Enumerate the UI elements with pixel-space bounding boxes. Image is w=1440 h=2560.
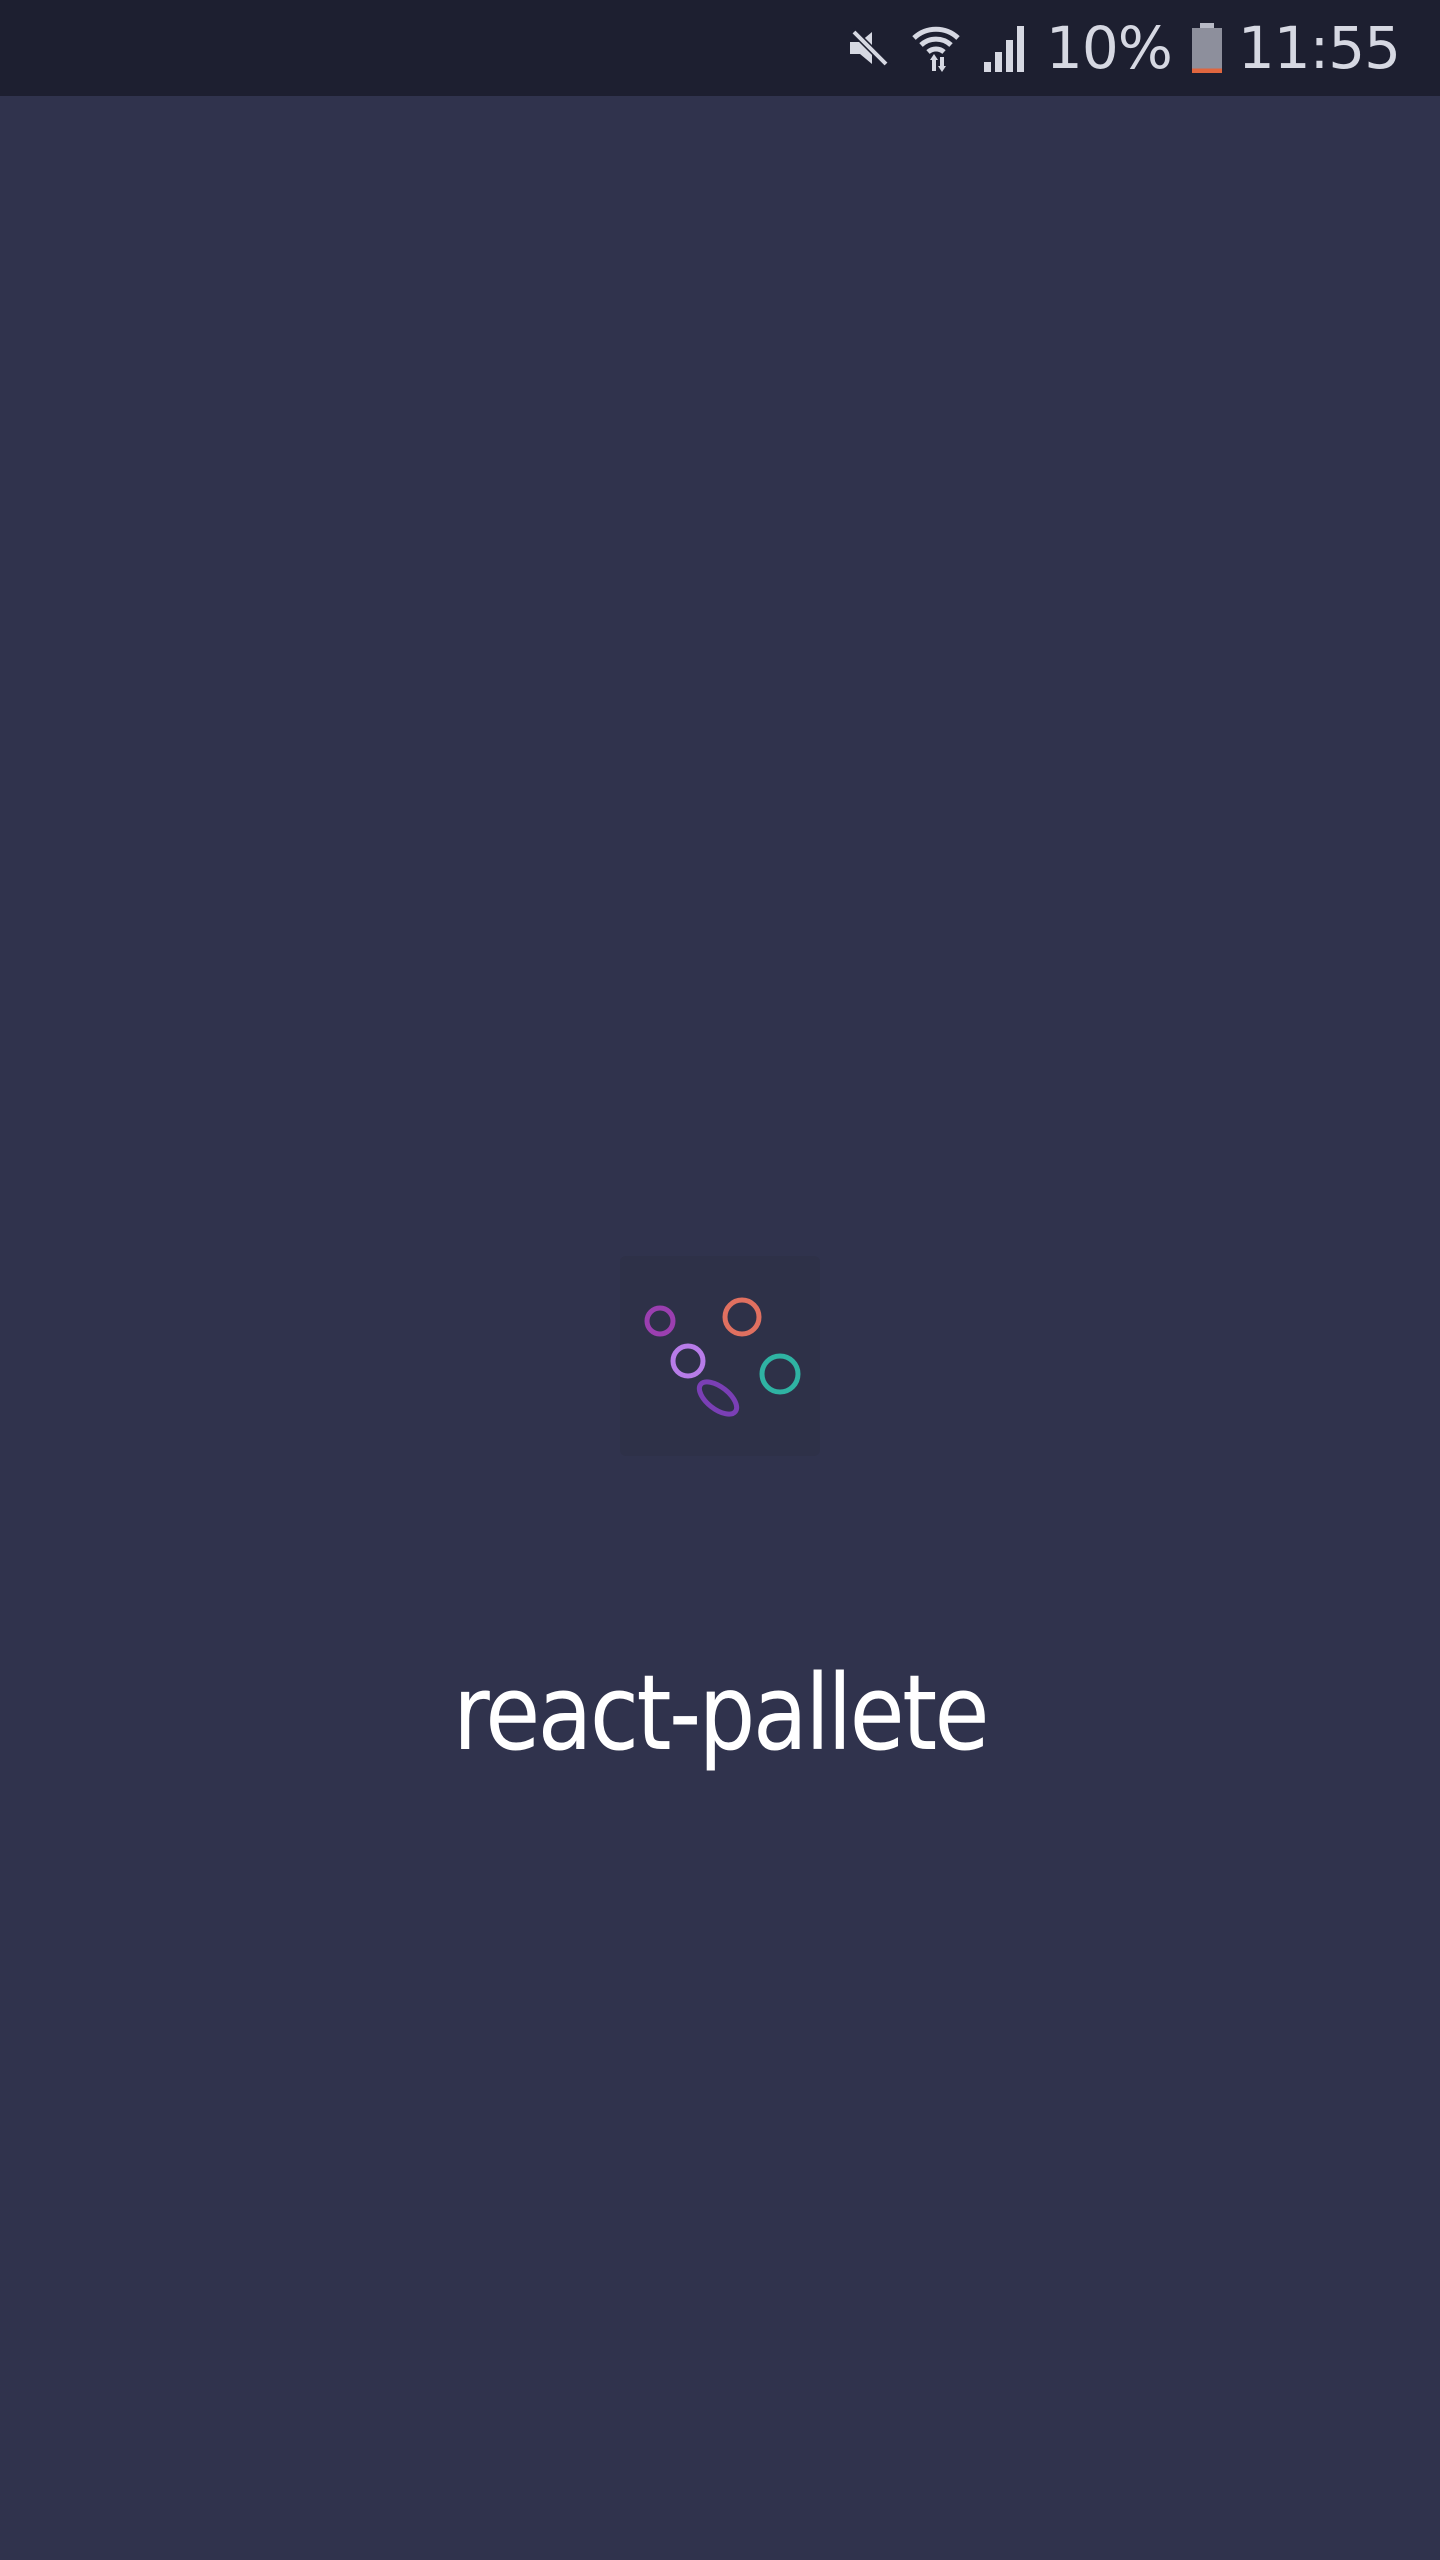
battery-percent: 10% (1045, 14, 1173, 82)
wifi-icon (910, 22, 962, 74)
logo-circle-lavender (670, 1343, 706, 1379)
battery-icon (1190, 21, 1224, 75)
mute-icon (844, 24, 892, 72)
splash-screen: react-pallete (0, 96, 1440, 2560)
logo-circle-teal (759, 1353, 801, 1395)
app-title: react-pallete (452, 1652, 990, 1774)
status-time: 11:55 (1237, 14, 1401, 82)
logo-circle-coral (722, 1297, 762, 1337)
signal-icon (980, 22, 1032, 74)
status-bar: 10% 11:55 (0, 0, 1440, 96)
logo-ellipse-violet (696, 1379, 740, 1417)
logo-circle-purple (644, 1305, 676, 1337)
app-logo (620, 1256, 820, 1456)
